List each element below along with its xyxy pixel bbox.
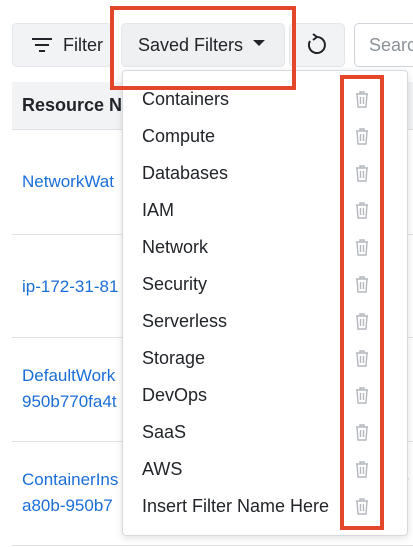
resource-link[interactable]: ContainerIns bbox=[22, 470, 118, 490]
caret-down-icon bbox=[253, 40, 266, 46]
filter-button[interactable]: Filter bbox=[12, 23, 112, 67]
saved-filter-item[interactable]: Network bbox=[123, 229, 407, 266]
saved-filter-item[interactable]: Security bbox=[123, 266, 407, 303]
saved-filter-item[interactable]: Storage bbox=[123, 340, 407, 377]
saved-filters-button[interactable]: Saved Filters bbox=[121, 23, 285, 67]
saved-filter-item[interactable]: Databases bbox=[123, 155, 407, 192]
trash-icon[interactable] bbox=[353, 422, 371, 442]
app-page: Filter Saved Filters Resource N NetworkW… bbox=[0, 0, 413, 547]
trash-icon[interactable] bbox=[353, 89, 371, 109]
filter-lines-icon bbox=[32, 38, 52, 52]
filter-button-label: Filter bbox=[63, 34, 103, 55]
saved-filter-name: AWS bbox=[142, 459, 183, 479]
saved-filter-item[interactable]: DevOps bbox=[123, 377, 407, 414]
saved-filter-item[interactable]: AWS bbox=[123, 451, 407, 488]
saved-filter-name: Insert Filter Name Here bbox=[142, 496, 330, 516]
resource-link[interactable]: ip-172-31-81 bbox=[22, 277, 118, 297]
saved-filter-name: Security bbox=[142, 274, 208, 294]
saved-filter-name: Compute bbox=[142, 126, 216, 146]
saved-filter-item[interactable]: Insert Filter Name Here bbox=[123, 488, 407, 525]
trash-icon[interactable] bbox=[353, 459, 371, 479]
saved-filter-item[interactable]: SaaS bbox=[123, 414, 407, 451]
resource-link-line2[interactable]: a80b-950b7 bbox=[22, 496, 113, 516]
trash-icon[interactable] bbox=[353, 126, 371, 146]
saved-filter-name: SaaS bbox=[142, 422, 187, 442]
saved-filter-item[interactable]: IAM bbox=[123, 192, 407, 229]
refresh-icon bbox=[307, 33, 326, 54]
trash-icon[interactable] bbox=[353, 348, 371, 368]
trash-icon[interactable] bbox=[353, 311, 371, 331]
saved-filters-label: Saved Filters bbox=[138, 34, 244, 55]
saved-filters-menu: Containers Compute Databases IAM Network… bbox=[122, 70, 408, 536]
trash-icon[interactable] bbox=[353, 385, 371, 405]
saved-filter-item[interactable]: Serverless bbox=[123, 303, 407, 340]
column-header-resource-name[interactable]: Resource N bbox=[22, 95, 122, 116]
saved-filter-name: Storage bbox=[142, 348, 206, 368]
saved-filter-name: DevOps bbox=[142, 385, 208, 405]
trash-icon[interactable] bbox=[353, 496, 371, 516]
search-input[interactable] bbox=[354, 23, 413, 67]
saved-filter-name: Containers bbox=[142, 89, 230, 109]
resource-link[interactable]: NetworkWat bbox=[22, 172, 114, 192]
saved-filter-name: IAM bbox=[142, 200, 175, 220]
trash-icon[interactable] bbox=[353, 274, 371, 294]
refresh-button[interactable] bbox=[289, 23, 345, 67]
resource-link-line2[interactable]: 950b770fa4t bbox=[22, 392, 117, 412]
saved-filter-name: Network bbox=[142, 237, 209, 257]
toolbar: Filter Saved Filters bbox=[0, 0, 413, 80]
trash-icon[interactable] bbox=[353, 200, 371, 220]
trash-icon[interactable] bbox=[353, 237, 371, 257]
resource-link[interactable]: DefaultWork bbox=[22, 366, 115, 386]
saved-filter-name: Databases bbox=[142, 163, 229, 183]
trash-icon[interactable] bbox=[353, 163, 371, 183]
saved-filter-name: Serverless bbox=[142, 311, 228, 331]
saved-filter-item[interactable]: Compute bbox=[123, 118, 407, 155]
saved-filter-item[interactable]: Containers bbox=[123, 81, 407, 118]
